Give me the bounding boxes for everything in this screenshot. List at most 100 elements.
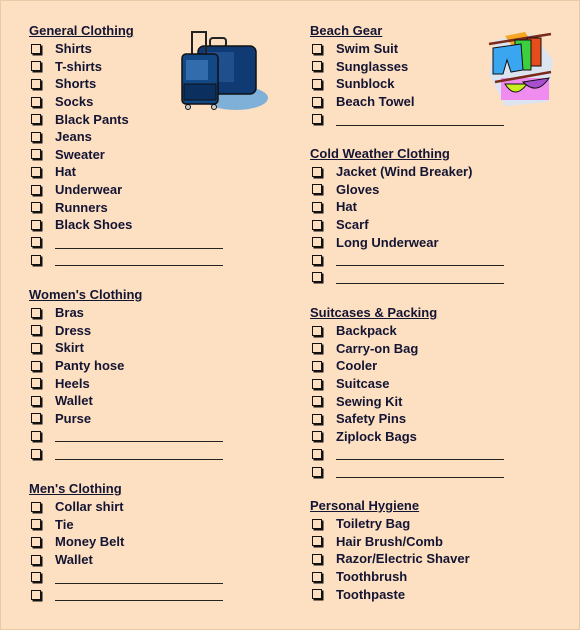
section-personal-hygiene: Personal Hygiene Toiletry Bag Hair Brush/C… bbox=[310, 497, 470, 603]
item-label: Toothpaste bbox=[336, 586, 406, 602]
checkbox-icon[interactable] bbox=[312, 325, 322, 336]
checkbox-icon[interactable] bbox=[312, 254, 322, 265]
checklist-item: Tie bbox=[29, 516, 223, 534]
checkbox-icon[interactable] bbox=[31, 254, 41, 265]
checkbox-icon[interactable] bbox=[312, 431, 322, 442]
checkbox-icon[interactable] bbox=[312, 219, 322, 230]
checkbox-icon[interactable] bbox=[312, 61, 322, 72]
checklist-item: Hat bbox=[310, 198, 504, 216]
section-cold-weather-clothing: Cold Weather Clothing Jacket (Wind Breake… bbox=[310, 145, 504, 286]
checkbox-icon[interactable] bbox=[31, 448, 41, 459]
checklist-item: Skirt bbox=[29, 339, 223, 357]
checkbox-icon[interactable] bbox=[312, 237, 322, 248]
checkbox-icon[interactable] bbox=[31, 78, 41, 89]
checklist-item: Sewing Kit bbox=[310, 392, 504, 410]
checklist-item: Long Underwear bbox=[310, 233, 504, 251]
checkbox-icon[interactable] bbox=[31, 219, 41, 230]
checkbox-icon[interactable] bbox=[312, 396, 322, 407]
item-label: Runners bbox=[55, 199, 108, 215]
checkbox-icon[interactable] bbox=[312, 114, 322, 125]
checkbox-icon[interactable] bbox=[31, 554, 41, 565]
checkbox-icon[interactable] bbox=[312, 518, 322, 529]
item-label: Purse bbox=[55, 410, 92, 426]
checkbox-icon[interactable] bbox=[31, 43, 41, 54]
blank-checklist-item bbox=[29, 234, 223, 252]
checklist-item: Carry-on Bag bbox=[310, 340, 504, 358]
blank-checklist-item bbox=[29, 427, 223, 445]
checkbox-icon[interactable] bbox=[31, 501, 41, 512]
blank-checklist-item bbox=[29, 568, 223, 586]
checkbox-icon[interactable] bbox=[31, 430, 41, 441]
checkbox-icon[interactable] bbox=[312, 166, 322, 177]
checkbox-icon[interactable] bbox=[31, 131, 41, 142]
checkbox-icon[interactable] bbox=[312, 184, 322, 195]
checkbox-icon[interactable] bbox=[31, 114, 41, 125]
checkbox-icon[interactable] bbox=[31, 184, 41, 195]
checkbox-icon[interactable] bbox=[31, 325, 41, 336]
blank-write-in-line[interactable] bbox=[336, 253, 504, 267]
checklist-item: Wallet bbox=[29, 551, 223, 569]
checkbox-icon[interactable] bbox=[312, 360, 322, 371]
blank-write-in-line[interactable] bbox=[55, 253, 223, 267]
checkbox-icon[interactable] bbox=[31, 589, 41, 600]
checklist-item: Heels bbox=[29, 374, 223, 392]
blank-checklist-item bbox=[310, 445, 504, 463]
item-label: Sunglasses bbox=[336, 58, 409, 74]
checkbox-icon[interactable] bbox=[31, 96, 41, 107]
blank-write-in-line[interactable] bbox=[55, 236, 223, 249]
section-suitcases-packing: Suitcases & Packing Backpack Carry-on Bag C… bbox=[310, 304, 504, 480]
section-title: Women's Clothing bbox=[29, 287, 143, 302]
checkbox-icon[interactable] bbox=[312, 571, 322, 582]
checklist-item: Sunglasses bbox=[310, 58, 504, 76]
checkbox-icon[interactable] bbox=[312, 413, 322, 424]
checkbox-icon[interactable] bbox=[31, 519, 41, 530]
checkbox-icon[interactable] bbox=[31, 395, 41, 406]
item-label: Black Pants bbox=[55, 111, 129, 127]
checkbox-icon[interactable] bbox=[312, 466, 322, 477]
checkbox-icon[interactable] bbox=[31, 61, 41, 72]
checklist-item: Panty hose bbox=[29, 357, 223, 375]
blank-write-in-line[interactable] bbox=[336, 113, 504, 126]
item-label: Shirts bbox=[55, 41, 92, 57]
checkbox-icon[interactable] bbox=[312, 96, 322, 107]
item-label: Bras bbox=[55, 305, 84, 321]
checkbox-icon[interactable] bbox=[312, 589, 322, 600]
checkbox-icon[interactable] bbox=[312, 448, 322, 459]
checkbox-icon[interactable] bbox=[31, 572, 41, 583]
checkbox-icon[interactable] bbox=[31, 378, 41, 389]
checkbox-icon[interactable] bbox=[312, 272, 322, 283]
checkbox-icon[interactable] bbox=[312, 343, 322, 354]
item-label: Hair Brush/Comb bbox=[336, 533, 443, 549]
item-label: Wallet bbox=[55, 552, 93, 568]
blank-write-in-line[interactable] bbox=[336, 465, 504, 479]
checkbox-icon[interactable] bbox=[31, 307, 41, 318]
section-title: Suitcases & Packing bbox=[310, 305, 438, 320]
checklist-item: Wallet bbox=[29, 392, 223, 410]
blank-checklist-item bbox=[310, 463, 504, 481]
item-label: Skirt bbox=[55, 340, 84, 356]
checkbox-icon[interactable] bbox=[312, 201, 322, 212]
checkbox-icon[interactable] bbox=[31, 360, 41, 371]
blank-write-in-line[interactable] bbox=[336, 447, 504, 461]
blank-write-in-line[interactable] bbox=[55, 571, 223, 584]
checkbox-icon[interactable] bbox=[312, 378, 322, 389]
blank-write-in-line[interactable] bbox=[336, 271, 504, 284]
item-label: Cooler bbox=[336, 358, 378, 374]
checkbox-icon[interactable] bbox=[31, 202, 41, 213]
checkbox-icon[interactable] bbox=[31, 237, 41, 248]
blank-write-in-line[interactable] bbox=[55, 447, 223, 461]
checkbox-icon[interactable] bbox=[31, 342, 41, 353]
blank-write-in-line[interactable] bbox=[55, 429, 223, 443]
checkbox-icon[interactable] bbox=[31, 149, 41, 160]
blank-write-in-line[interactable] bbox=[55, 588, 223, 602]
checkbox-icon[interactable] bbox=[312, 536, 322, 547]
checkbox-icon[interactable] bbox=[312, 78, 322, 89]
checkbox-icon[interactable] bbox=[312, 43, 322, 54]
blank-checklist-item bbox=[310, 269, 504, 287]
checkbox-icon[interactable] bbox=[31, 413, 41, 424]
checkbox-icon[interactable] bbox=[312, 553, 322, 564]
checklist-item: Gloves bbox=[310, 181, 504, 199]
checkbox-icon[interactable] bbox=[31, 536, 41, 547]
checklist-item: Jacket (Wind Breaker) bbox=[310, 163, 504, 181]
checkbox-icon[interactable] bbox=[31, 166, 41, 177]
